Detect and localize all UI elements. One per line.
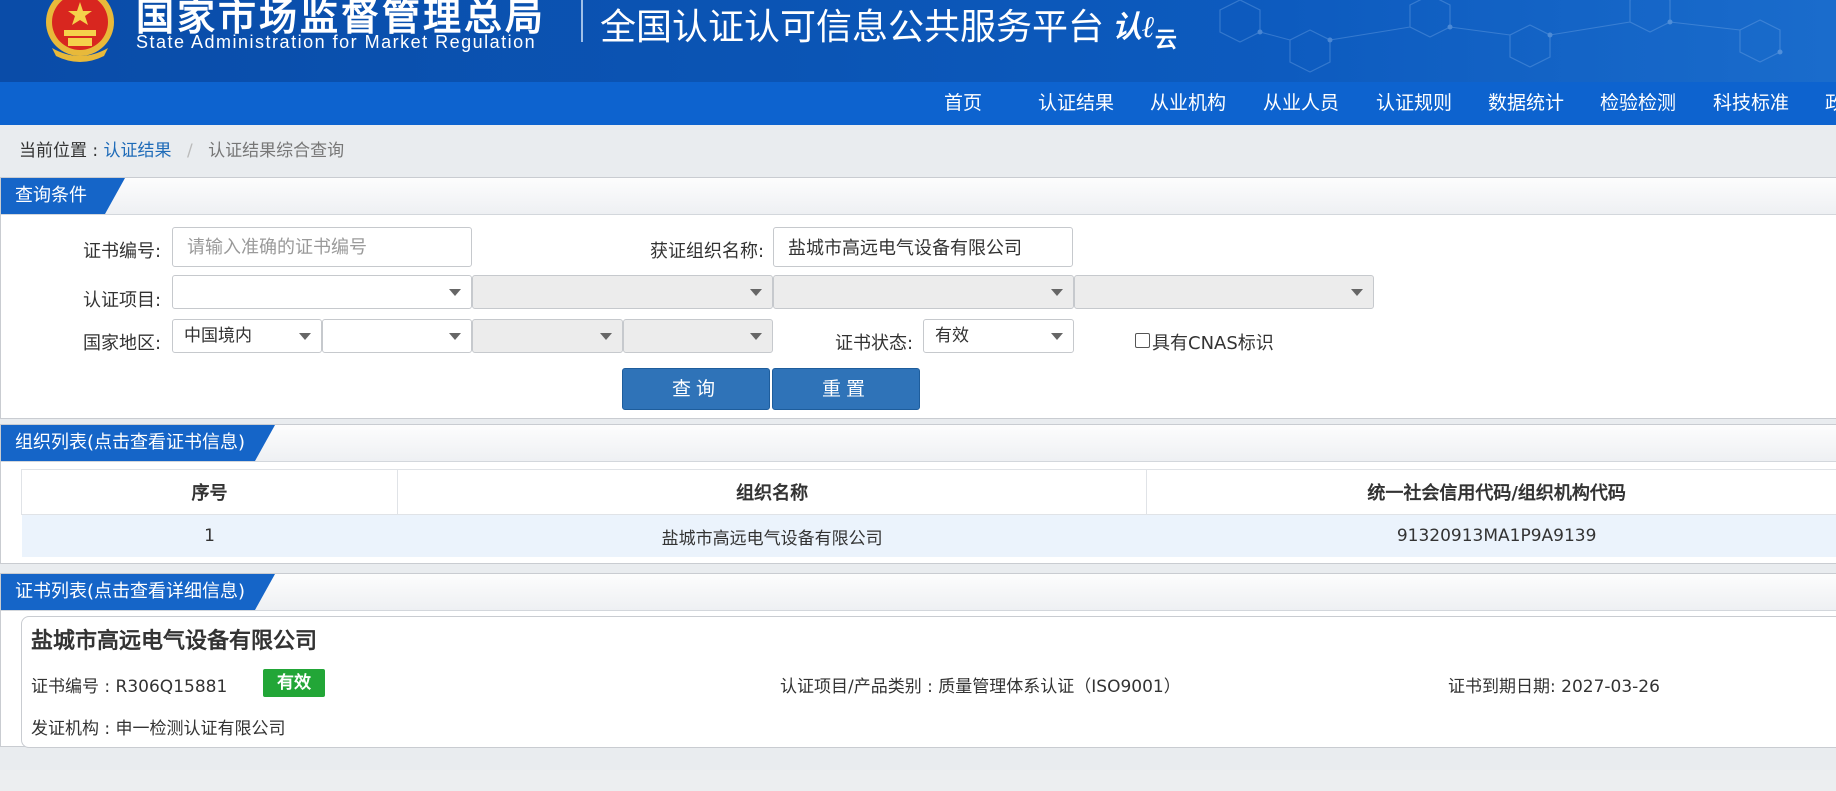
- cert-project-label: 认证项目/产品类别 :: [780, 677, 933, 697]
- nav-item-personnel[interactable]: 从业人员: [1263, 82, 1339, 125]
- org-name-label: 获证组织名称:: [650, 241, 765, 262]
- hexagon-pattern-decoration: [1219, 0, 1783, 73]
- breadcrumb-separator: /: [186, 141, 193, 161]
- cloud-logo-sub: 云: [1154, 27, 1177, 53]
- chevron-down-icon: [299, 333, 311, 340]
- cert-issuer-value: 申一检测认证有限公司: [115, 719, 286, 739]
- org-table-header-row: 序号 组织名称 统一社会信用代码/组织机构代码: [20, 469, 1836, 515]
- cert-company-name: 盐城市高远电气设备有限公司: [31, 629, 318, 654]
- cert-project-value: 质量管理体系认证（ISO9001）: [938, 677, 1181, 697]
- cert-list-panel: 证书列表(点击查看详细信息) 盐城市高远电气设备有限公司 证书编号 : R306…: [0, 573, 1836, 748]
- org-list-title: 组织列表(点击查看证书信息): [15, 432, 246, 453]
- nav-item-statistics[interactable]: 数据统计: [1488, 82, 1564, 125]
- col-header-credit-code: 统一社会信用代码/组织机构代码: [1146, 469, 1836, 515]
- reset-button[interactable]: 重置: [772, 368, 920, 410]
- cert-list-title: 证书列表(点击查看详细信息): [15, 581, 246, 602]
- main-nav: 首页 认证结果 从业机构 从业人员 认证规则 数据统计 检验检测 科技标准 政: [0, 82, 1836, 125]
- chevron-down-icon: [1051, 333, 1063, 340]
- chevron-down-icon: [1051, 289, 1063, 296]
- org-list-panel-header: 组织列表(点击查看证书信息): [1, 425, 1836, 462]
- col-header-org-name: 组织名称: [397, 469, 1148, 515]
- status-select-value: 有效: [935, 326, 969, 346]
- platform-name: 全国认证认可信息公共服务平台: [600, 7, 1105, 48]
- cloud-logo-main: 认: [1112, 10, 1142, 45]
- status-select[interactable]: 有效: [923, 319, 1074, 353]
- query-panel: 查询条件 证书编号: 获证组织名称: 认证项目: 国家地区: 中国境内 证书状态…: [0, 177, 1836, 419]
- col-header-index: 序号: [20, 469, 399, 515]
- project-select-4[interactable]: [1074, 275, 1374, 309]
- breadcrumb: 当前位置 : 认证结果 / 认证结果综合查询: [19, 136, 344, 161]
- project-select-1[interactable]: [172, 275, 472, 309]
- nav-item-home[interactable]: 首页: [944, 82, 982, 125]
- agency-name-en: State Administration for Market Regulati…: [136, 32, 537, 52]
- region-select-country[interactable]: 中国境内: [172, 319, 322, 353]
- footer-strip: [0, 770, 1836, 791]
- cert-project-line: 认证项目/产品类别 : 质量管理体系认证（ISO9001）: [780, 672, 1181, 697]
- cloud-logo: 认ℓ云: [1112, 10, 1177, 53]
- region-label: 国家地区:: [83, 333, 162, 354]
- cert-no-line: 证书编号 : R306Q15881: [31, 672, 227, 697]
- nav-item-cert-rules[interactable]: 认证规则: [1376, 82, 1452, 125]
- nav-item-inspection[interactable]: 检验检测: [1600, 82, 1676, 125]
- nav-item-cert-results[interactable]: 认证结果: [1038, 82, 1114, 125]
- chevron-down-icon: [449, 333, 461, 340]
- checkbox-icon[interactable]: [1135, 333, 1150, 348]
- breadcrumb-current: 认证结果综合查询: [208, 141, 345, 161]
- region-select-province[interactable]: [322, 319, 472, 353]
- cnas-checkbox-label: 具有CNAS标识: [1152, 333, 1274, 354]
- org-list-panel: 组织列表(点击查看证书信息) 序号 组织名称 统一社会信用代码/组织机构代码 1…: [0, 424, 1836, 564]
- cert-expiry-label: 证书到期日期:: [1448, 677, 1556, 697]
- breadcrumb-prefix: 当前位置 :: [19, 141, 99, 161]
- query-panel-header: 查询条件: [1, 178, 1836, 215]
- cert-no-label: 证书编号 :: [31, 677, 111, 697]
- site-header: 国家市场监督管理总局 State Administration for Mark…: [0, 0, 1836, 82]
- cert-expiry-line: 证书到期日期: 2027-03-26: [1448, 672, 1660, 697]
- region-select-value: 中国境内: [184, 326, 252, 346]
- chevron-down-icon: [750, 289, 762, 296]
- query-panel-title: 查询条件: [15, 185, 87, 206]
- chevron-down-icon: [600, 333, 612, 340]
- cert-card[interactable]: 盐城市高远电气设备有限公司 证书编号 : R306Q15881 有效 认证项目/…: [21, 616, 1836, 748]
- cert-issuer-label: 发证机构 :: [31, 719, 111, 739]
- project-select-3[interactable]: [773, 275, 1074, 309]
- chevron-down-icon: [449, 289, 461, 296]
- cell-index: 1: [21, 514, 398, 557]
- search-button[interactable]: 查询: [622, 368, 770, 410]
- status-label: 证书状态:: [835, 333, 914, 354]
- project-label: 认证项目:: [83, 290, 162, 311]
- cert-list-panel-header: 证书列表(点击查看详细信息): [1, 574, 1836, 611]
- breadcrumb-link-cert-results[interactable]: 认证结果: [104, 141, 172, 161]
- title-divider: [581, 0, 583, 42]
- cert-expiry-value: 2027-03-26: [1561, 677, 1660, 697]
- project-select-2[interactable]: [472, 275, 773, 309]
- cell-org-name: 盐城市高远电气设备有限公司: [397, 514, 1147, 557]
- nav-item-institutions[interactable]: 从业机构: [1150, 82, 1226, 125]
- chevron-down-icon: [1351, 289, 1363, 296]
- cert-issuer-line: 发证机构 : 申一检测认证有限公司: [31, 714, 286, 739]
- table-row[interactable]: 1 盐城市高远电气设备有限公司 91320913MA1P9A9139: [21, 514, 1836, 557]
- cert-no-label: 证书编号:: [83, 241, 162, 262]
- cert-no-value: R306Q15881: [115, 677, 228, 697]
- status-badge: 有效: [263, 669, 325, 697]
- region-select-city[interactable]: [472, 319, 623, 353]
- org-table: 序号 组织名称 统一社会信用代码/组织机构代码 1 盐城市高远电气设备有限公司 …: [20, 469, 1836, 557]
- national-emblem-icon: [46, 0, 114, 62]
- nav-item-standards[interactable]: 科技标准: [1713, 82, 1789, 125]
- region-select-district[interactable]: [623, 319, 773, 353]
- cell-credit-code: 91320913MA1P9A9139: [1146, 514, 1836, 557]
- cnas-checkbox[interactable]: 具有CNAS标识: [1135, 329, 1274, 355]
- nav-item-policy[interactable]: 政: [1825, 82, 1836, 125]
- org-name-input[interactable]: [773, 227, 1073, 267]
- cert-no-input[interactable]: [172, 227, 472, 267]
- chevron-down-icon: [750, 333, 762, 340]
